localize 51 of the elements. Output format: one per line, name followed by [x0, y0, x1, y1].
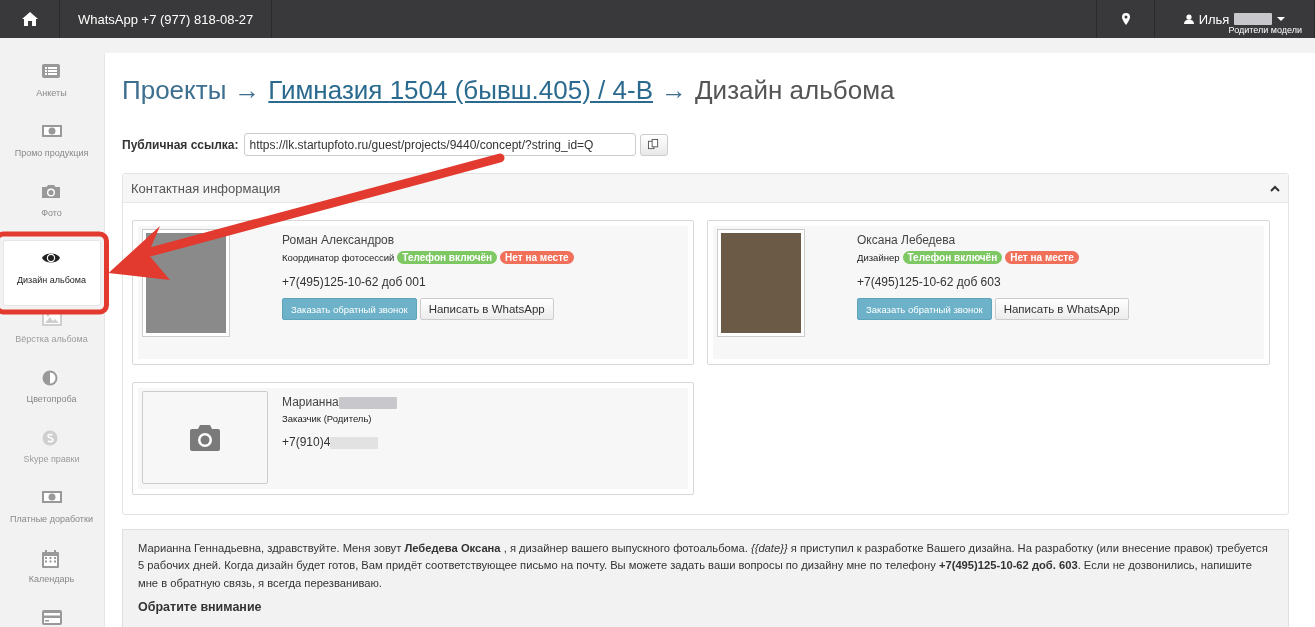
contact-phone: +7(910)4	[282, 435, 331, 449]
user-menu[interactable]: Илья Родители модели	[1155, 0, 1315, 38]
calendar-icon	[41, 550, 62, 568]
panel-title: Контактная информация	[131, 180, 281, 196]
contact-name: Оксана Лебедева	[857, 233, 956, 247]
public-link-field[interactable]: https://lk.startupfoto.ru/guest/projects/9440/concept/?string_id=Q	[243, 133, 636, 156]
contact-role: Координатор фотосессий	[282, 252, 395, 263]
user-icon	[1183, 14, 1194, 24]
copy-icon	[648, 139, 660, 150]
redaction-block	[1234, 13, 1273, 25]
status-badge: Нет на месте	[1005, 251, 1079, 264]
chevron-up-icon	[1270, 184, 1280, 192]
status-badge: Телефон включён	[397, 251, 498, 264]
contact-phone: +7(495)125-10-62 доб 001	[282, 275, 426, 289]
callback-button[interactable]: Заказать обратный звонок	[282, 298, 417, 320]
breadcrumb-separator: →	[234, 75, 261, 106]
sidebar-item[interactable]: Платные доработки	[2, 486, 101, 546]
whatsapp-button[interactable]: Написать в WhatsApp	[994, 298, 1129, 320]
callback-button[interactable]: Заказать обратный звонок	[857, 298, 992, 320]
message-text: Марианна Геннадьевна, здравствуйте. Меня зовут Лебедева Оксана , я дизайнер вашего выпускного фотоальбома. {{date}} я приступил к разработке Вашего дизайна. На разработку (или внесение правок) требуется 5 рабочих дней. Когда дизайн будет готов, Вам придёт соответствующее письмо на почту. Вы можете задать ваши вопросы по дизайну мне по телефону +7(495)125-10-62 доб. 603. Если не дозвонились, напишите мне в обратную связь, я всегда перезваниваю.	[138, 541, 1269, 591]
contact-name: Марианна	[282, 395, 339, 409]
contact-role: Заказчик (Родитель)	[282, 413, 372, 424]
breadcrumb-separator: →	[661, 75, 687, 106]
user-name: Илья	[1198, 11, 1230, 27]
breadcrumb-link[interactable]: Гимназия 1504 (бывш.405) / 4-В	[268, 75, 653, 106]
sidebar-item[interactable]: Цветопроба	[2, 366, 101, 426]
message-heading: Обратите внимание	[138, 599, 263, 617]
camera-icon	[190, 424, 220, 451]
contact-role: Дизайнер	[857, 252, 900, 263]
contact-name: Роман Александров	[282, 233, 395, 247]
caret-icon	[1277, 17, 1286, 21]
status-badge: Телефон включён	[902, 251, 1003, 264]
sidebar-item[interactable]: Календарь	[2, 546, 101, 606]
whatsapp-button[interactable]: Написать в WhatsApp	[419, 298, 554, 320]
status-badge: Нет на месте	[500, 251, 574, 264]
whatsapp-phone[interactable]: WhatsApp +7 (977) 818-08-27	[78, 11, 254, 27]
sidebar-item[interactable]: Дизайн альбома	[2, 240, 101, 306]
home-icon[interactable]	[21, 12, 38, 26]
copy-button[interactable]	[639, 133, 668, 156]
user-role: Родители модели	[1228, 25, 1302, 35]
location-pin-icon[interactable]	[1121, 13, 1130, 25]
collapse-toggle[interactable]	[1270, 184, 1280, 192]
sidebar-item[interactable]: Промо продукция	[2, 120, 101, 180]
sidebar-item[interactable]: Фото	[2, 180, 101, 240]
sidebar-item[interactable]: Анкеты	[2, 60, 101, 120]
breadcrumb-text: Дизайн альбома	[695, 75, 895, 106]
credit-card-icon	[41, 610, 62, 627]
breadcrumb-text: Проекты	[122, 75, 227, 106]
field-label: Публичная ссылка:	[122, 137, 239, 152]
redaction-block	[338, 396, 397, 409]
contact-phone: +7(495)125-10-62 доб 603	[857, 275, 1001, 289]
